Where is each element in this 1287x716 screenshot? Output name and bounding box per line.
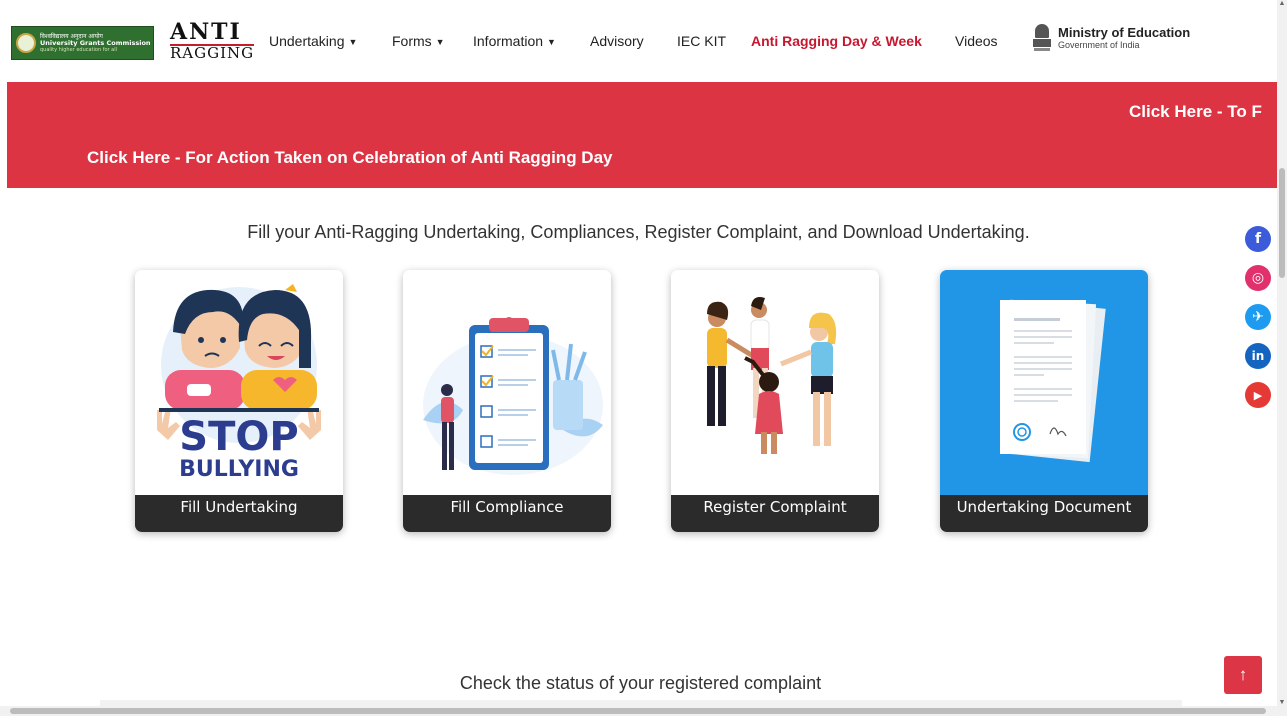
national-emblem-icon	[1032, 22, 1052, 54]
scroll-up-arrow-icon[interactable]: ▲	[1278, 0, 1286, 7]
card-fill-undertaking[interactable]: STOP BULLYING Fill Undertaking	[135, 270, 343, 532]
anti-ragging-logo-bottom: RAGGING	[170, 44, 255, 62]
anti-ragging-logo-top: ANTI	[170, 19, 242, 45]
social-links: f ◎ ✈ in ▶	[1245, 226, 1271, 421]
caret-down-icon: ▼	[435, 37, 445, 47]
nav-anti-ragging-day-week[interactable]: Anti Ragging Day & Week	[751, 33, 922, 49]
document-pages-illustration	[940, 270, 1148, 495]
nav-information[interactable]: Information ▼	[473, 33, 556, 49]
banner-marquee-link[interactable]: Click Here - To F	[1129, 102, 1262, 122]
card-undertaking-document[interactable]: Undertaking Document	[940, 270, 1148, 532]
ministry-of-education-logo[interactable]: Ministry of Education Government of Indi…	[1032, 22, 1190, 54]
ugc-logo[interactable]: विश्वविद्यालय अनुदान आयोग University Gra…	[11, 26, 154, 60]
nav-forms[interactable]: Forms ▼	[392, 33, 445, 49]
ugc-logo-name: University Grants Commission	[40, 38, 151, 47]
twitter-icon[interactable]: ✈	[1245, 304, 1271, 330]
linkedin-icon[interactable]: in	[1245, 343, 1271, 369]
nav-videos[interactable]: Videos	[955, 33, 998, 49]
anti-ragging-logo[interactable]: ANTI RAGGING	[170, 19, 255, 63]
vertical-scrollbar-thumb[interactable]	[1279, 168, 1285, 278]
ministry-title: Ministry of Education	[1058, 25, 1191, 40]
card-label: Register Complaint	[671, 495, 879, 532]
card-register-complaint[interactable]: Register Complaint	[671, 270, 879, 532]
vertical-scrollbar[interactable]: ▲ ▼	[1277, 0, 1287, 706]
nav-advisory[interactable]: Advisory	[590, 33, 644, 49]
announcement-banner: Click Here - To F Click Here - For Actio…	[7, 82, 1277, 188]
card-label: Undertaking Document	[940, 495, 1148, 532]
stop-text: STOP	[179, 414, 298, 460]
caret-down-icon: ▼	[348, 37, 358, 47]
nav-undertaking[interactable]: Undertaking ▼	[269, 33, 357, 49]
horizontal-scrollbar-thumb[interactable]	[10, 708, 1266, 714]
facebook-icon[interactable]: f	[1245, 226, 1271, 252]
stop-bullying-illustration: STOP BULLYING	[135, 270, 343, 495]
complaint-status-heading: Check the status of your registered comp…	[459, 673, 822, 693]
bullying-text: BULLYING	[179, 457, 299, 482]
card-fill-compliance[interactable]: Fill Compliance	[403, 270, 611, 532]
ugc-logo-tagline: quality higher education for all	[40, 46, 118, 53]
caret-down-icon: ▼	[547, 37, 556, 47]
banner-action-taken-link[interactable]: Click Here - For Action Taken on Celebra…	[87, 148, 612, 168]
instagram-icon[interactable]: ◎	[1245, 265, 1271, 291]
nav-iec-kit[interactable]: IEC KIT	[677, 33, 726, 49]
scroll-down-arrow-icon[interactable]: ▼	[1278, 699, 1286, 706]
ragging-people-illustration	[671, 270, 879, 495]
ugc-seal-icon	[16, 33, 36, 53]
ministry-subtitle: Government of India	[1058, 40, 1140, 50]
top-navbar: विश्वविद्यालय अनुदान आयोग University Gra…	[0, 0, 1277, 82]
horizontal-scrollbar[interactable]	[0, 706, 1287, 716]
youtube-icon[interactable]: ▶	[1245, 382, 1271, 408]
services-heading: Fill your Anti-Ragging Undertaking, Comp…	[247, 222, 1030, 242]
clipboard-checklist-illustration	[403, 270, 611, 495]
card-label: Fill Compliance	[403, 495, 611, 532]
scroll-to-top-button[interactable]: ↑	[1224, 656, 1262, 694]
card-label: Fill Undertaking	[135, 495, 343, 532]
